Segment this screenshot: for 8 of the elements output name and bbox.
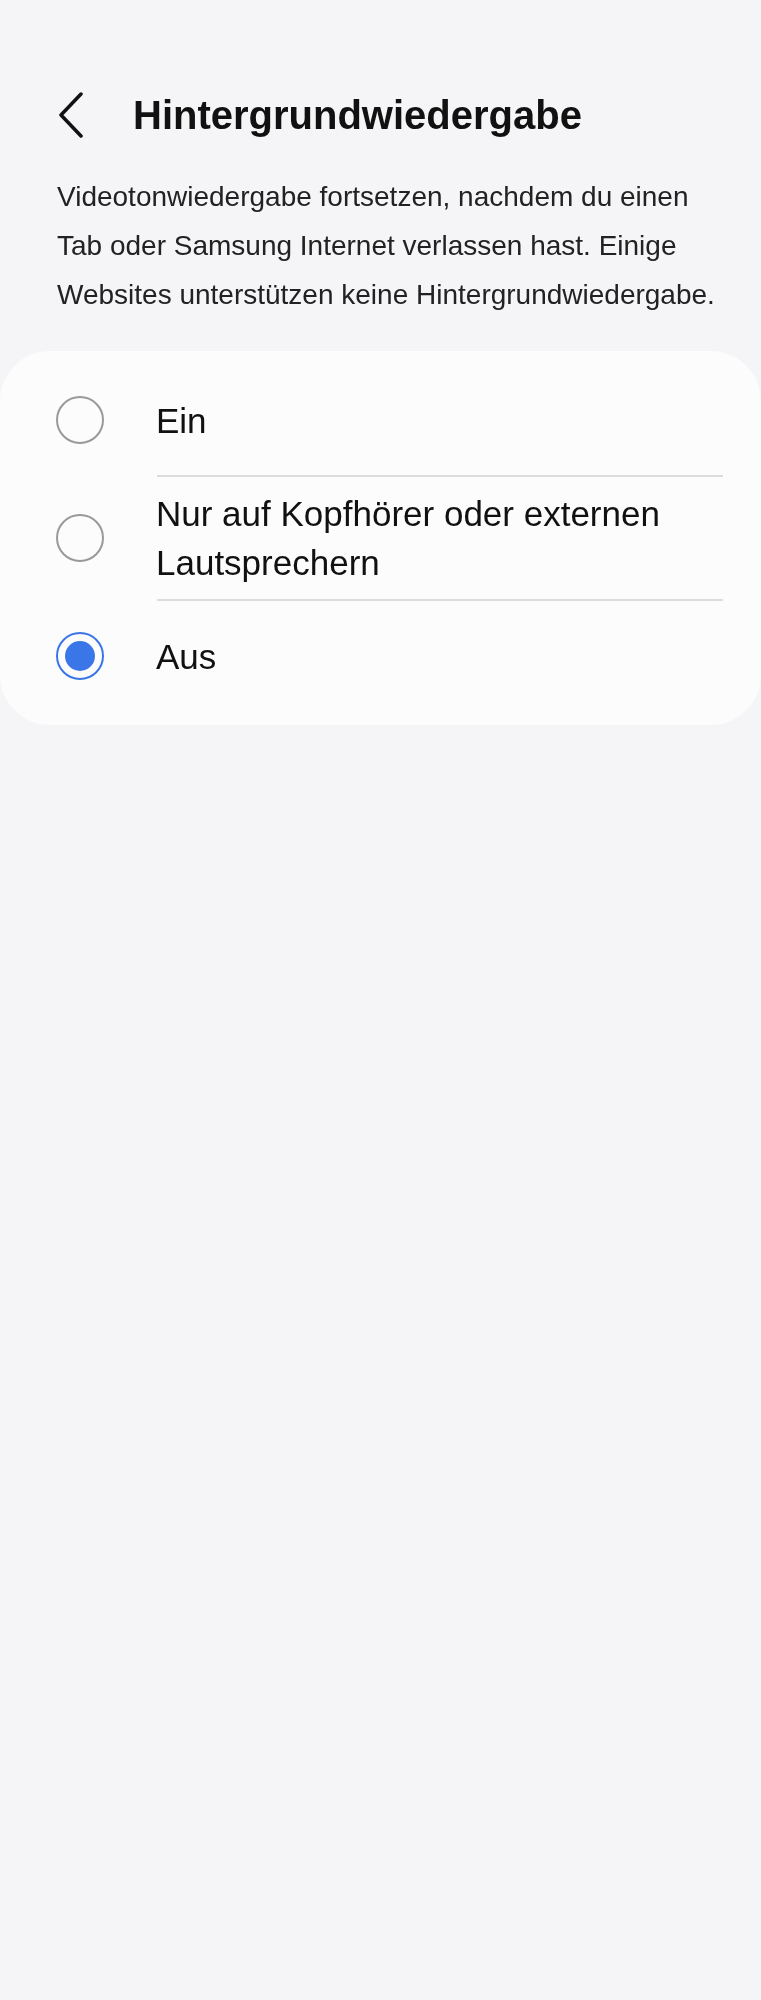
option-label[interactable]: Nur auf Kopfhörer oder externen Lautsprechern <box>156 477 723 599</box>
radio-button[interactable] <box>56 632 104 680</box>
radio-button[interactable] <box>56 514 104 562</box>
option-label[interactable]: Aus <box>156 619 217 693</box>
description-text: Videotonwiedergabe fortsetzen, nachdem du einen Tab oder Samsung Internet verlassen hast. Einige Websites unterstützen keine Hintergrundwiedergabe. <box>57 180 716 312</box>
radio-button[interactable] <box>56 396 104 444</box>
option-label[interactable]: Ein <box>156 383 207 457</box>
page-title: Hintergrundwiedergabe <box>133 92 582 138</box>
